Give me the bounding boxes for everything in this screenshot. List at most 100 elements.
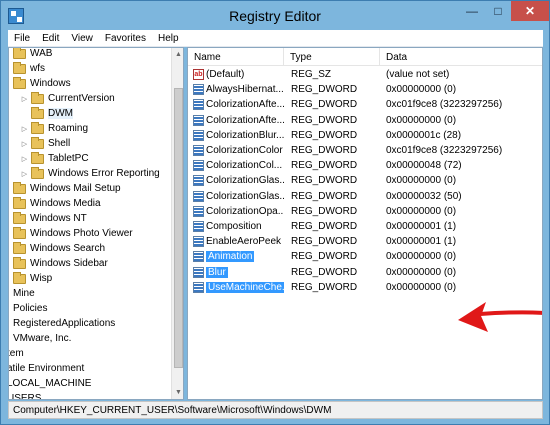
values-pane[interactable]: Name Type Data ab (Default) REG_SZ (value n…	[187, 47, 543, 400]
value-row[interactable]: EnableAeroPeek REG_DWORD 0x00000001 (1)	[188, 234, 542, 249]
tree-item[interactable]: Policies	[13, 301, 47, 316]
folder-icon	[13, 76, 26, 89]
registry-editor-window: Registry Editor — □ ✕ File Edit View Favori…	[0, 0, 550, 425]
tree-vertical-scrollbar[interactable]: ▲ ▼	[171, 48, 183, 399]
tree-item[interactable]: ▷ Windows Error Reporting	[20, 166, 160, 181]
value-data: 0x0000001c (28)	[386, 129, 462, 141]
value-row[interactable]: ColorizationBlur... REG_DWORD 0x0000001c (…	[188, 128, 542, 143]
value-data: 0x00000048 (72)	[386, 160, 462, 172]
value-data: 0x00000000 (0)	[386, 114, 457, 126]
dword-value-icon	[193, 129, 204, 141]
value-row[interactable]: Blur REG_DWORD 0x00000000 (0)	[188, 265, 542, 280]
dword-value-icon	[193, 281, 204, 293]
column-header-type[interactable]: Type	[284, 48, 380, 66]
dword-value-icon	[193, 145, 204, 156]
tree-item[interactable]: Windows Photo Viewer	[13, 226, 133, 241]
value-data: 0x00000000 (0)	[386, 281, 457, 293]
value-data: 0xc01f9ce8 (3223297256)	[386, 99, 503, 111]
expand-arrow-icon[interactable]: ▷	[20, 140, 29, 148]
close-button[interactable]: ✕	[511, 1, 549, 21]
value-name-cell: ColorizationGlas...	[188, 190, 284, 202]
value-data: 0x00000001 (1)	[386, 236, 457, 248]
folder-icon	[31, 166, 44, 179]
value-row[interactable]: UseMachineChe... REG_DWORD 0x00000000 (0)	[188, 280, 542, 295]
dword-value-icon	[193, 175, 204, 187]
tree-item[interactable]: Mine	[13, 286, 35, 301]
folder-icon	[31, 151, 44, 164]
value-name: UseMachineChe...	[206, 281, 284, 293]
tree-pane[interactable]: WAB wfs Windows ▷ CurrentVersion DWM ▷ Roaming ▷…	[8, 47, 184, 400]
tree-item[interactable]: USERS	[8, 391, 42, 400]
tree-item[interactable]: Windows Mail Setup	[13, 181, 121, 196]
tree-item-label: Windows	[30, 78, 71, 89]
tree-item[interactable]: ▷ TabletPC	[20, 151, 89, 166]
value-row[interactable]: ColorizationOpa... REG_DWORD 0x00000000 (0…	[188, 204, 542, 219]
scrollbar-thumb[interactable]	[174, 88, 183, 368]
value-name: ColorizationCol...	[206, 160, 283, 172]
tree-item[interactable]: Windows Sidebar	[13, 256, 108, 271]
column-header-data[interactable]: Data	[380, 48, 542, 66]
tree-item[interactable]: RegisteredApplications	[13, 316, 115, 331]
tree-item[interactable]: ▷ Shell	[20, 136, 70, 151]
tree-item[interactable]: WAB	[13, 48, 52, 61]
tree-item[interactable]: Windows Media	[13, 196, 101, 211]
menu-edit[interactable]: Edit	[36, 33, 65, 44]
menu-file[interactable]: File	[8, 33, 36, 44]
tree-item[interactable]: Windows	[13, 76, 71, 91]
value-row[interactable]: AlwaysHibernat... REG_DWORD 0x00000000 (0)	[188, 82, 542, 97]
folder-icon	[31, 136, 44, 149]
tree-item[interactable]: tem	[9, 346, 24, 361]
value-name: ColorizationGlas...	[206, 175, 284, 187]
minimize-button[interactable]: —	[459, 1, 485, 21]
tree-item-label: Windows Mail Setup	[30, 183, 121, 194]
expand-arrow-icon[interactable]: ▷	[20, 125, 29, 133]
scroll-up-arrow-icon[interactable]: ▲	[172, 48, 183, 61]
scroll-down-arrow-icon[interactable]: ▼	[172, 386, 183, 399]
tree-item[interactable]: ▷ Roaming	[20, 121, 88, 136]
maximize-button[interactable]: □	[485, 1, 511, 21]
expand-arrow-icon[interactable]: ▷	[20, 155, 29, 163]
title-bar[interactable]: Registry Editor — □ ✕	[1, 1, 549, 30]
tree-item[interactable]: DWM	[20, 106, 73, 121]
tree-item[interactable]: LOCAL_MACHINE	[9, 376, 91, 391]
value-name: Composition	[206, 221, 262, 232]
tree-item-label: TabletPC	[48, 153, 89, 164]
tree-item-label: USERS	[8, 393, 42, 400]
value-data: 0x00000000 (0)	[386, 251, 457, 263]
value-row[interactable]: ColorizationCol... REG_DWORD 0x00000048 (7…	[188, 158, 542, 173]
value-data: 0x00000032 (50)	[386, 190, 462, 202]
value-type: REG_DWORD	[291, 251, 358, 263]
expand-arrow-icon[interactable]: ▷	[20, 95, 29, 103]
value-row[interactable]: ColorizationAfte... REG_DWORD 0x00000000 (…	[188, 113, 542, 128]
value-name-cell: ColorizationOpa...	[188, 205, 284, 217]
menu-view[interactable]: View	[65, 33, 99, 44]
value-data: 0x00000000 (0)	[386, 175, 457, 187]
value-type: REG_DWORD	[291, 236, 358, 248]
value-row[interactable]: ColorizationGlas... REG_DWORD 0x00000032 (…	[188, 189, 542, 204]
tree-item[interactable]: atile Environment	[9, 361, 84, 376]
tree-item[interactable]: Windows Search	[13, 241, 105, 256]
folder-icon	[13, 48, 26, 59]
folder-icon	[13, 241, 26, 254]
value-row[interactable]: Animation REG_DWORD 0x00000000 (0)	[188, 249, 542, 264]
tree-item[interactable]: VMware, Inc.	[13, 331, 71, 346]
tree-item-label: Windows Error Reporting	[48, 168, 160, 179]
column-header-name[interactable]: Name	[188, 48, 284, 66]
tree-item[interactable]: wfs	[13, 61, 45, 76]
value-row[interactable]: ColorizationColor REG_DWORD 0xc01f9ce8 (32…	[188, 143, 542, 158]
value-data: 0xc01f9ce8 (3223297256)	[386, 145, 503, 156]
menu-help[interactable]: Help	[152, 33, 185, 44]
value-type: REG_DWORD	[291, 190, 358, 202]
menu-favorites[interactable]: Favorites	[99, 33, 152, 44]
tree-item[interactable]: Windows NT	[13, 211, 87, 226]
value-type: REG_DWORD	[291, 114, 358, 126]
value-name-cell: ColorizationBlur...	[188, 129, 284, 141]
tree-item[interactable]: Wisp	[13, 271, 52, 286]
expand-arrow-icon[interactable]: ▷	[20, 170, 29, 178]
value-row[interactable]: Composition REG_DWORD 0x00000001 (1)	[188, 219, 542, 234]
value-row[interactable]: ColorizationAfte... REG_DWORD 0xc01f9ce8 (…	[188, 97, 542, 112]
value-data: 0x00000000 (0)	[386, 266, 457, 278]
value-row[interactable]: ColorizationGlas... REG_DWORD 0x00000000 (…	[188, 173, 542, 188]
tree-item[interactable]: ▷ CurrentVersion	[20, 91, 115, 106]
value-row[interactable]: ab (Default) REG_SZ (value not set)	[188, 67, 542, 82]
